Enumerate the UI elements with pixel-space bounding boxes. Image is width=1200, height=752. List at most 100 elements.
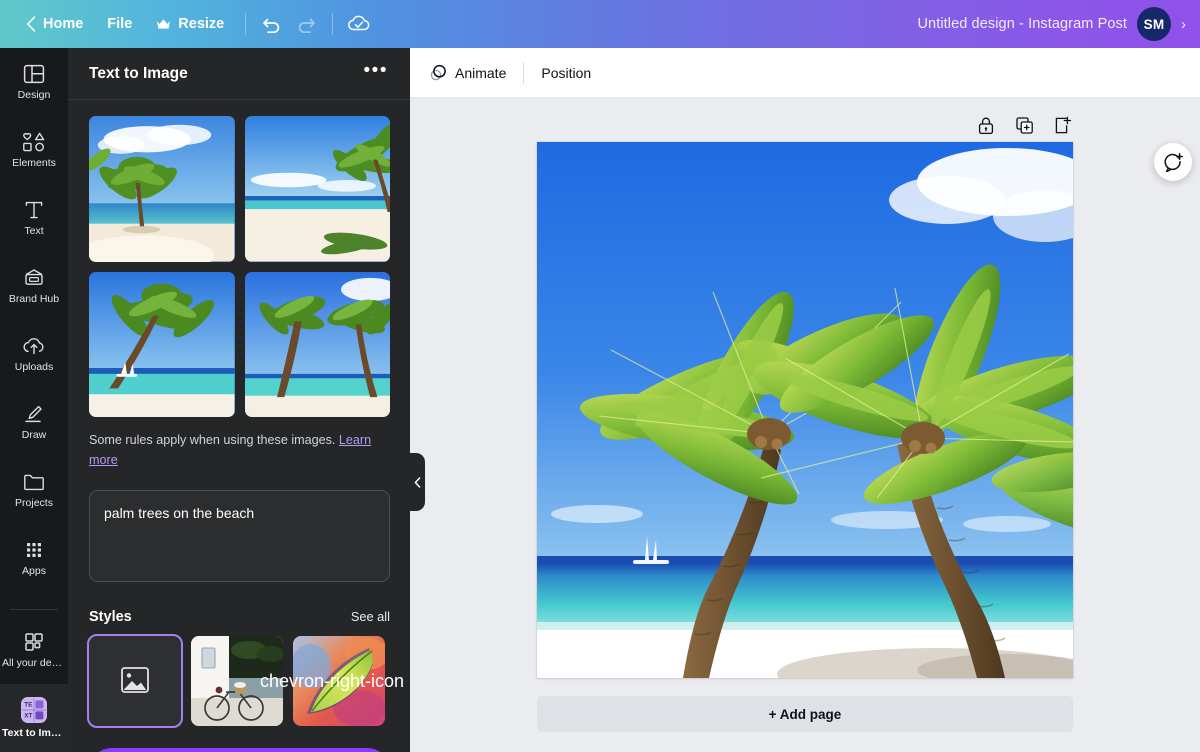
resize-button[interactable]: Resize — [144, 8, 236, 40]
panel-header: Text to Image ••• — [68, 48, 410, 100]
chevron-left-icon — [26, 16, 36, 32]
chevron-left-icon — [414, 477, 421, 488]
styles-title: Styles — [89, 609, 132, 625]
sidebar-item-label: All your desi... — [2, 658, 66, 670]
generated-results-grid — [89, 116, 390, 417]
shapes-icon — [22, 131, 46, 153]
usage-rules-text: Some rules apply when using these images… — [89, 431, 390, 470]
toolbar-divider-1 — [245, 13, 246, 35]
sidebar-item-label: Apps — [22, 566, 46, 578]
result-thumbnail-3[interactable] — [89, 272, 235, 418]
sidebar-item-label: Draw — [22, 430, 47, 442]
comment-add-icon — [1163, 152, 1184, 173]
undo-icon — [261, 14, 283, 34]
sidebar-item-label: Text — [24, 226, 43, 238]
result-thumbnail-1[interactable] — [89, 116, 235, 262]
file-menu-button[interactable]: File — [95, 8, 144, 40]
editor-area: Animate Position — [410, 48, 1200, 752]
image-placeholder-icon — [89, 636, 181, 726]
sidebar-item-projects[interactable]: Projects — [0, 456, 68, 524]
canva-editor-window: Home File Resize — [0, 0, 1200, 752]
text-to-image-icon: TE XT — [21, 697, 47, 723]
saved-status-button[interactable] — [342, 7, 376, 41]
sidebar-item-elements[interactable]: Elements — [0, 116, 68, 184]
create-again-button[interactable]: Create again — [89, 748, 390, 752]
top-toolbar-right: Untitled design - Instagram Post SM › — [917, 7, 1186, 41]
rail-divider — [10, 609, 58, 610]
lock-icon[interactable] — [975, 114, 997, 136]
left-sidebar-rail: Design Elements Text — [0, 48, 68, 752]
see-all-styles-button[interactable]: See all — [351, 609, 390, 624]
design-page[interactable] — [537, 142, 1073, 678]
sidebar-item-text[interactable]: Text — [0, 184, 68, 252]
redo-button[interactable] — [289, 7, 323, 41]
canvas-workspace: + Add page — [410, 98, 1200, 752]
animate-circles-icon — [429, 63, 448, 82]
sidebar-item-label: Brand Hub — [9, 294, 59, 306]
pen-draw-icon — [22, 403, 46, 425]
chevron-right-icon[interactable]: › — [1181, 16, 1186, 33]
page-toolbar — [537, 108, 1073, 142]
svg-text:XT: XT — [24, 712, 32, 719]
beach-palm-result-4-art — [245, 272, 391, 418]
beach-palm-result-2-art — [245, 116, 391, 262]
crown-icon — [156, 18, 171, 31]
sidebar-item-label: Projects — [15, 498, 53, 510]
add-page-button[interactable]: + Add page — [537, 696, 1073, 732]
sidebar-item-uploads[interactable]: Uploads — [0, 320, 68, 388]
brand-hub-icon — [22, 267, 46, 289]
editor-body: Design Elements Text — [0, 48, 1200, 752]
position-button[interactable]: Position — [530, 56, 602, 90]
sidebar-item-label: Uploads — [15, 362, 54, 374]
top-toolbar-left: Home File Resize — [14, 7, 376, 41]
home-button[interactable]: Home — [14, 8, 95, 40]
result-thumbnail-2[interactable] — [245, 116, 391, 262]
grid-dots-icon — [23, 539, 45, 561]
animate-button[interactable]: Animate — [418, 56, 517, 90]
avatar[interactable]: SM — [1137, 7, 1171, 41]
animate-label: Animate — [455, 65, 506, 81]
beach-palm-result-1-art — [89, 116, 235, 262]
style-tile-none[interactable] — [89, 636, 181, 726]
sidebar-item-label: Text to Image — [2, 728, 66, 740]
sidebar-item-brand-hub[interactable]: Brand Hub — [0, 252, 68, 320]
context-toolbar: Animate Position — [410, 48, 1200, 98]
duplicate-icon[interactable] — [1013, 114, 1035, 136]
panel-scroll-area[interactable]: Some rules apply when using these images… — [68, 100, 410, 752]
squares-icon — [23, 631, 45, 653]
home-label: Home — [43, 16, 83, 32]
panel-content: Some rules apply when using these images… — [68, 100, 410, 752]
rail-spacer — [0, 592, 68, 603]
prompt-input[interactable] — [89, 490, 390, 582]
cloud-upload-icon — [22, 335, 46, 357]
styles-carousel: chevron-right-icon — [89, 636, 390, 726]
result-thumbnail-4[interactable] — [245, 272, 391, 418]
file-label: File — [107, 16, 132, 32]
sidebar-item-text-to-image[interactable]: TE XT Text to Image — [0, 684, 68, 752]
folder-icon — [22, 471, 46, 493]
sidebar-item-draw[interactable]: Draw — [0, 388, 68, 456]
more-horizontal-icon[interactable]: ••• — [362, 57, 390, 90]
beach-palm-result-3-art — [89, 272, 235, 418]
comment-add-button[interactable] — [1154, 143, 1192, 181]
styles-next-button[interactable]: chevron-right-icon — [260, 672, 404, 690]
document-title[interactable]: Untitled design - Instagram Post — [917, 16, 1127, 32]
undo-button[interactable] — [255, 7, 289, 41]
panel-title: Text to Image — [89, 65, 188, 83]
add-page-icon[interactable] — [1051, 114, 1073, 136]
svg-text:TE: TE — [24, 701, 33, 708]
canvas-palm-trees-image — [537, 142, 1073, 678]
toolbar-divider-2 — [332, 13, 333, 35]
position-label: Position — [541, 65, 591, 81]
text-t-icon — [23, 199, 45, 221]
sidebar-item-all-your-designs[interactable]: All your desi... — [0, 616, 68, 684]
cloud-check-icon — [346, 13, 372, 35]
top-toolbar: Home File Resize — [0, 0, 1200, 48]
context-toolbar-divider — [523, 62, 524, 84]
text-to-image-panel: Text to Image ••• — [68, 48, 410, 752]
collapse-panel-handle[interactable] — [410, 453, 425, 511]
add-page-label: + Add page — [769, 707, 842, 722]
rules-label: Some rules apply when using these images… — [89, 433, 335, 447]
sidebar-item-apps[interactable]: Apps — [0, 524, 68, 592]
sidebar-item-design[interactable]: Design — [0, 48, 68, 116]
